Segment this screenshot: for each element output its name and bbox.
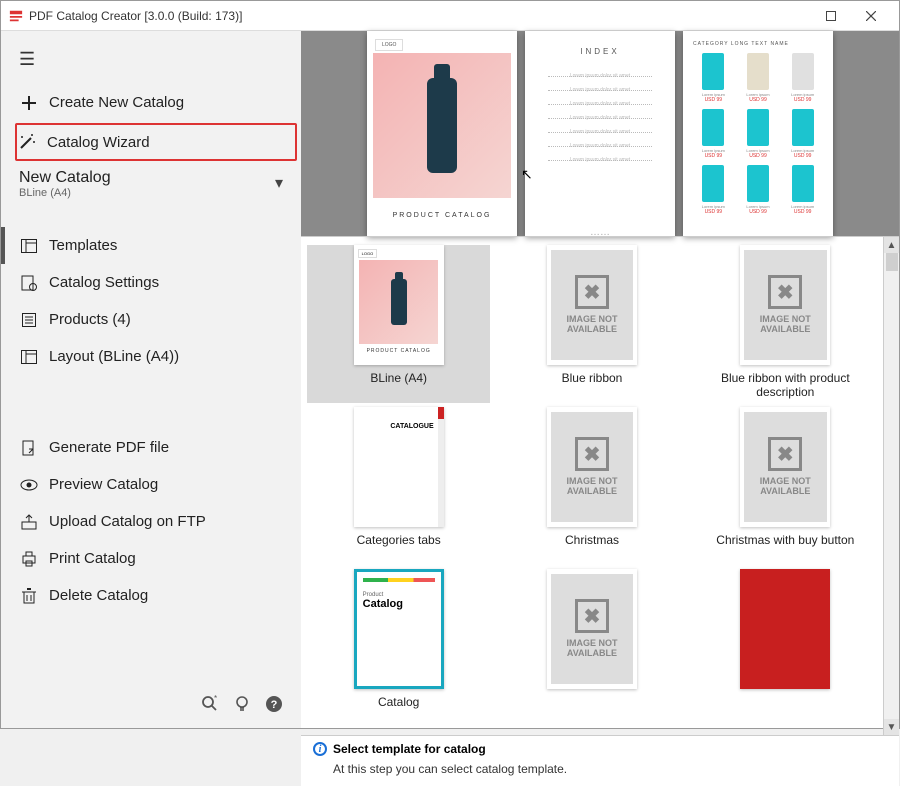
cover-caption: PRODUCT CATALOG	[393, 212, 492, 219]
content-area: LOGO PRODUCT CATALOG INDEX Lorem ipsum d…	[301, 31, 899, 728]
template-thumb: ✖IMAGE NOTAVAILABLE	[547, 245, 637, 365]
help-icon[interactable]: ?	[265, 695, 283, 718]
app-icon	[9, 9, 23, 23]
template-tile[interactable]	[694, 569, 877, 727]
preview-page-cover: LOGO PRODUCT CATALOG	[367, 31, 517, 236]
wand-icon	[17, 133, 37, 151]
svg-text:*: *	[214, 695, 217, 703]
print-catalog-item[interactable]: Print Catalog	[1, 540, 301, 577]
cursor-icon: ↖	[521, 166, 533, 183]
preview-page-index: INDEX Lorem ipsum dolor sit ametLorem ip…	[525, 31, 675, 236]
plus-icon	[19, 95, 39, 111]
layout-item[interactable]: Layout (BLine (A4))	[1, 338, 301, 375]
catalog-dropdown[interactable]: ▾ New Catalog BLine (A4)	[1, 163, 301, 209]
template-thumb: ✖IMAGE NOTAVAILABLE	[547, 569, 637, 689]
upload-icon	[19, 514, 39, 530]
template-thumb: LOGOPRODUCT CATALOG	[354, 245, 444, 365]
preview-catalog-item[interactable]: Preview Catalog	[1, 466, 301, 503]
status-title: Select template for catalog	[333, 742, 486, 756]
catalog-settings-item[interactable]: Catalog Settings	[1, 264, 301, 301]
gallery-scrollbar[interactable]: ▲ ▼	[883, 237, 899, 735]
window-title: PDF Catalog Creator [3.0.0 (Build: 173)]	[29, 9, 242, 23]
generate-label: Generate PDF file	[49, 439, 169, 456]
sidebar: ☰ Create New Catalog Catalog Wizard ▾ Ne…	[1, 31, 301, 728]
status-bar: i Select template for catalog At this st…	[301, 735, 899, 786]
upload-ftp-item[interactable]: Upload Catalog on FTP	[1, 503, 301, 540]
layout-label: Layout (BLine (A4))	[49, 348, 179, 365]
template-tile[interactable]: LOGOPRODUCT CATALOG BLine (A4)	[307, 245, 490, 403]
trash-icon	[19, 588, 39, 604]
template-tile[interactable]: ✖IMAGE NOTAVAILABLE Blue ribbon	[500, 245, 683, 403]
index-title: INDEX	[580, 47, 619, 56]
print-label: Print Catalog	[49, 550, 136, 567]
template-label: Christmas with buy button	[716, 533, 854, 547]
template-tile[interactable]: ✖IMAGE NOTAVAILABLE Blue ribbon with prod…	[694, 245, 877, 403]
create-new-catalog[interactable]: Create New Catalog	[1, 84, 301, 121]
template-tile[interactable]: ✖IMAGE NOTAVAILABLE Christmas	[500, 407, 683, 565]
template-tile[interactable]: ProductCatalog Catalog	[307, 569, 490, 727]
wizard-label: Catalog Wizard	[47, 134, 150, 151]
chevron-down-icon: ▾	[275, 173, 283, 193]
template-thumb: ProductCatalog	[354, 569, 444, 689]
products-item[interactable]: Products (4)	[1, 301, 301, 338]
close-button[interactable]	[851, 1, 891, 31]
template-label: Categories tabs	[357, 533, 441, 547]
template-label: BLine (A4)	[370, 371, 427, 385]
delete-catalog-item[interactable]: Delete Catalog	[1, 577, 301, 614]
scroll-up-arrow[interactable]: ▲	[884, 237, 899, 253]
template-label: Blue ribbon	[562, 371, 623, 385]
template-tile[interactable]: ✖IMAGE NOTAVAILABLE	[500, 569, 683, 727]
templates-label: Templates	[49, 237, 117, 254]
title-bar: PDF Catalog Creator [3.0.0 (Build: 173)]	[1, 1, 899, 31]
template-label: Blue ribbon with product description	[694, 371, 877, 399]
delete-label: Delete Catalog	[49, 587, 148, 604]
template-gallery: LOGOPRODUCT CATALOG BLine (A4) ✖IMAGE NOTA…	[301, 236, 899, 735]
footer-icons: * ?	[1, 685, 301, 728]
template-thumb: ✖IMAGE NOTAVAILABLE	[740, 407, 830, 527]
bulb-icon[interactable]	[235, 695, 249, 718]
maximize-button[interactable]	[811, 1, 851, 31]
settings-label: Catalog Settings	[49, 274, 159, 291]
upload-label: Upload Catalog on FTP	[49, 513, 206, 530]
preview-strip: LOGO PRODUCT CATALOG INDEX Lorem ipsum d…	[301, 31, 899, 236]
products-icon	[19, 312, 39, 328]
template-thumb: CATALOGUE	[354, 407, 444, 527]
catalog-sub: BLine (A4)	[19, 187, 283, 199]
scroll-down-arrow[interactable]: ▼	[884, 719, 899, 735]
settings-icon	[19, 275, 39, 291]
export-icon	[19, 440, 39, 456]
template-label: Catalog	[378, 695, 419, 709]
search-settings-icon[interactable]: *	[201, 695, 219, 718]
generate-pdf-item[interactable]: Generate PDF file	[1, 429, 301, 466]
svg-text:?: ?	[271, 699, 278, 711]
info-icon: i	[313, 742, 327, 756]
template-thumb: ✖IMAGE NOTAVAILABLE	[740, 245, 830, 365]
create-label: Create New Catalog	[49, 94, 184, 111]
template-thumb	[740, 569, 830, 689]
layout-icon	[19, 350, 39, 364]
hamburger-icon[interactable]: ☰	[1, 43, 301, 84]
template-tile[interactable]: ✖IMAGE NOTAVAILABLE Christmas with buy bu…	[694, 407, 877, 565]
products-label: Products (4)	[49, 311, 131, 328]
template-thumb: ✖IMAGE NOTAVAILABLE	[547, 407, 637, 527]
catalog-name: New Catalog	[19, 169, 283, 187]
template-tile[interactable]: CATALOGUE Categories tabs	[307, 407, 490, 565]
cover-logo-tag: LOGO	[375, 39, 403, 51]
scroll-thumb[interactable]	[886, 253, 898, 271]
eye-icon	[19, 479, 39, 491]
template-label: Christmas	[565, 533, 619, 547]
print-icon	[19, 551, 39, 567]
preview-label: Preview Catalog	[49, 476, 158, 493]
preview-page-grid: CATEGORY LONG TEXT NAME Lorem ipsumUSD 9…	[683, 31, 833, 236]
status-desc: At this step you can select catalog temp…	[333, 762, 887, 776]
catalog-wizard[interactable]: Catalog Wizard	[15, 123, 297, 161]
templates-item[interactable]: Templates	[1, 227, 301, 264]
templates-icon	[19, 239, 39, 253]
